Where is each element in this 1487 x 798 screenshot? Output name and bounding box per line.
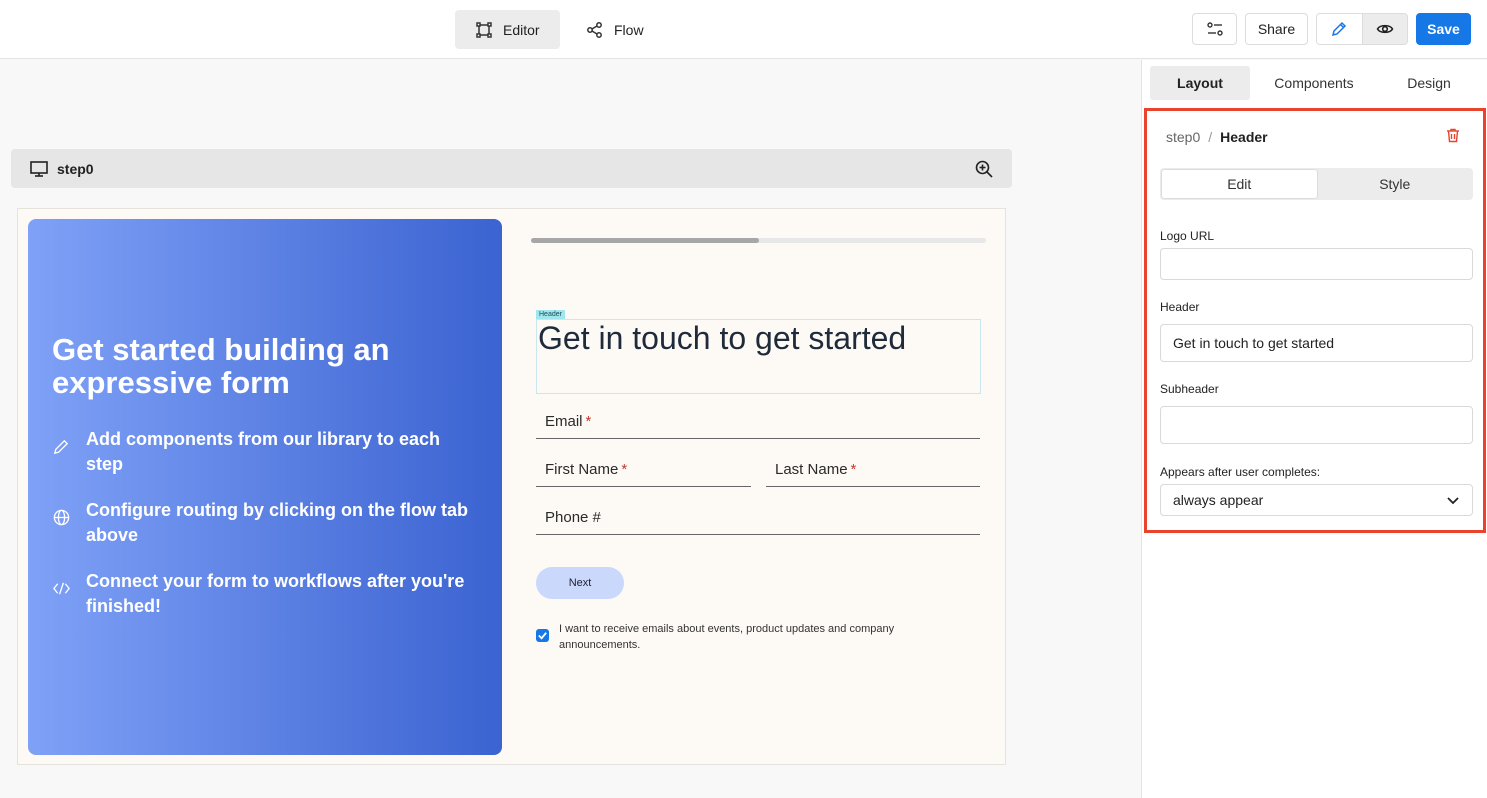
subtab-style-label: Style bbox=[1379, 176, 1411, 192]
required-marker: * bbox=[621, 461, 628, 478]
required-marker: * bbox=[850, 461, 857, 478]
appears-after-select[interactable]: always appear bbox=[1160, 484, 1473, 516]
tab-design-label: Design bbox=[1407, 75, 1451, 91]
tab-editor-label: Editor bbox=[503, 21, 540, 38]
phone-label: Phone # bbox=[545, 509, 601, 526]
hero-title: Get started building an expressive form bbox=[52, 332, 390, 400]
tab-components[interactable]: Components bbox=[1264, 66, 1364, 100]
subtab-style[interactable]: Style bbox=[1318, 169, 1473, 199]
progress-fill bbox=[531, 238, 759, 243]
feature-item: Connect your form to workflows after you… bbox=[52, 569, 472, 619]
chevron-down-icon bbox=[1447, 497, 1459, 505]
email-field[interactable]: Email * bbox=[536, 413, 980, 439]
top-bar: Editor Flow Share Save bbox=[0, 0, 1487, 59]
consent-checkbox-row: I want to receive emails about events, p… bbox=[536, 621, 936, 653]
breadcrumb-separator: / bbox=[1208, 129, 1213, 145]
tab-layout[interactable]: Layout bbox=[1150, 66, 1250, 100]
header-settings-section: step0/Header Edit Style Logo URL Header … bbox=[1144, 108, 1486, 533]
required-marker: * bbox=[585, 413, 592, 430]
check-icon bbox=[538, 632, 547, 640]
properties-panel: Layout Components Design step0 / Header Ed… bbox=[1141, 60, 1487, 798]
editor-canvas: step0 Get started building an expressive… bbox=[0, 60, 1141, 798]
eye-icon bbox=[1376, 24, 1394, 34]
step-name: step0 bbox=[57, 160, 94, 177]
tab-flow-label: Flow bbox=[614, 21, 644, 38]
progress-bar bbox=[531, 238, 986, 243]
consent-text: I want to receive emails about events, p… bbox=[559, 623, 895, 651]
logo-url-input[interactable] bbox=[1160, 248, 1473, 280]
form-header-text: Get in touch to get started bbox=[538, 320, 907, 356]
save-button-label: Save bbox=[1427, 21, 1460, 37]
subtab-edit[interactable]: Edit bbox=[1161, 169, 1318, 199]
pencil-icon bbox=[1332, 21, 1347, 37]
breadcrumb: step0 / Header bbox=[1166, 129, 1268, 145]
first-name-field[interactable]: First Name * bbox=[536, 461, 751, 487]
hero-panel[interactable]: Get started building an expressive form … bbox=[28, 219, 502, 755]
header-input[interactable]: Get in touch to get started bbox=[1160, 324, 1473, 362]
step-bar: step0 bbox=[11, 149, 1012, 188]
first-name-label: First Name bbox=[545, 461, 619, 478]
phone-field[interactable]: Phone # bbox=[536, 509, 980, 535]
settings-button[interactable] bbox=[1192, 13, 1237, 45]
preview-mode-button[interactable] bbox=[1362, 14, 1407, 44]
trash-icon[interactable] bbox=[1445, 127, 1461, 143]
consent-checkbox[interactable] bbox=[536, 629, 549, 642]
monitor-icon[interactable] bbox=[29, 159, 49, 179]
subheader-input[interactable] bbox=[1160, 406, 1473, 444]
zoom-in-icon[interactable] bbox=[974, 159, 994, 179]
header-label: Header bbox=[1160, 300, 1200, 314]
flow-share-icon bbox=[587, 21, 602, 38]
appears-after-label: Appears after user completes: bbox=[1160, 465, 1321, 479]
feature-item: Configure routing by clicking on the flo… bbox=[52, 498, 472, 548]
breadcrumb-current: Header bbox=[1220, 129, 1268, 145]
header-component[interactable]: Get in touch to get started bbox=[536, 319, 981, 394]
editor-frame-icon bbox=[476, 21, 492, 38]
code-icon bbox=[53, 582, 70, 595]
feature-item: Add components from our library to each … bbox=[52, 427, 472, 477]
subtab-edit-label: Edit bbox=[1227, 176, 1252, 192]
form-preview: Get started building an expressive form … bbox=[17, 208, 1006, 765]
feature-text: Configure routing by clicking on the flo… bbox=[86, 500, 468, 545]
tab-flow[interactable]: Flow bbox=[566, 10, 664, 49]
selected-component-tag: Header bbox=[536, 310, 565, 319]
edit-style-tabs: Edit Style bbox=[1160, 168, 1473, 200]
tab-design[interactable]: Design bbox=[1379, 66, 1479, 100]
logo-url-label: Logo URL bbox=[1160, 229, 1215, 243]
email-label: Email bbox=[545, 413, 583, 430]
share-button-label: Share bbox=[1257, 21, 1296, 37]
pencil-icon bbox=[53, 439, 69, 455]
subheader-label: Subheader bbox=[1160, 382, 1219, 396]
appears-after-value: always appear bbox=[1173, 492, 1264, 508]
breadcrumb-parent[interactable]: step0 bbox=[1166, 129, 1200, 145]
last-name-field[interactable]: Last Name * bbox=[766, 461, 980, 487]
share-button[interactable]: Share bbox=[1245, 13, 1308, 45]
tab-layout-label: Layout bbox=[1177, 75, 1223, 91]
globe-icon bbox=[53, 509, 70, 526]
next-button[interactable]: Next bbox=[536, 567, 624, 599]
edit-mode-button[interactable] bbox=[1317, 14, 1363, 44]
feature-text: Connect your form to workflows after you… bbox=[86, 571, 465, 616]
feature-text: Add components from our library to each … bbox=[86, 429, 441, 474]
last-name-label: Last Name bbox=[775, 461, 848, 478]
tab-editor[interactable]: Editor bbox=[455, 10, 560, 49]
tab-components-label: Components bbox=[1274, 75, 1354, 91]
save-button[interactable]: Save bbox=[1416, 13, 1471, 45]
next-button-label: Next bbox=[568, 577, 592, 589]
sliders-icon bbox=[1206, 22, 1223, 36]
mode-toggle bbox=[1316, 13, 1408, 45]
